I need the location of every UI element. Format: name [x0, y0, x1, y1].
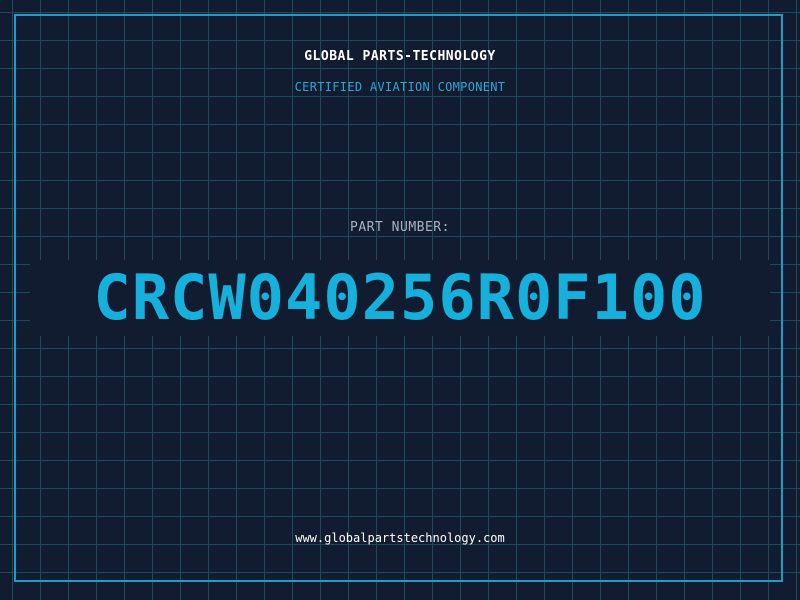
part-label-card: GLOBAL PARTS-TECHNOLOGY CERTIFIED AVIATI…: [0, 0, 800, 600]
website-url: www.globalpartstechnology.com: [295, 531, 505, 545]
part-number-label: PART NUMBER:: [350, 220, 450, 235]
certification-subtitle: CERTIFIED AVIATION COMPONENT: [294, 80, 506, 94]
part-number-value: CRCW040256R0F100: [93, 261, 707, 334]
company-name: GLOBAL PARTS-TECHNOLOGY: [304, 49, 496, 64]
